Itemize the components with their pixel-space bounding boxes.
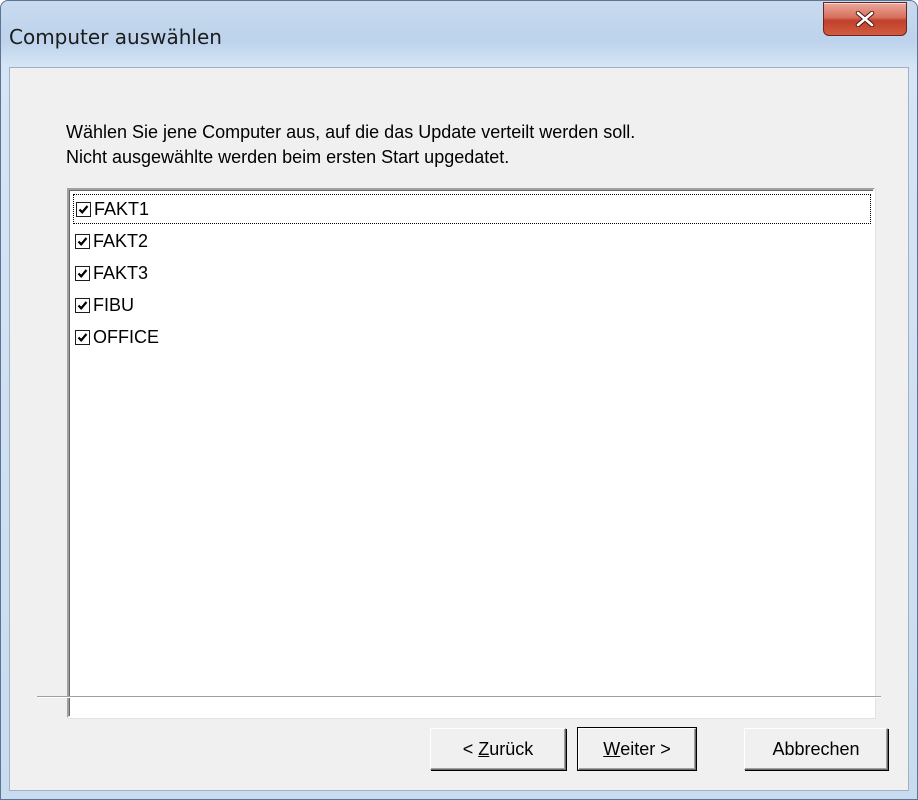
cancel-button[interactable]: Abbrechen (744, 728, 888, 770)
checkbox[interactable] (76, 201, 91, 217)
checkmark-icon (77, 236, 88, 246)
computer-listbox[interactable]: FAKT1 FAKT2 FAKT3 FIBU OFFICE (67, 188, 875, 718)
close-icon (855, 11, 875, 27)
back-button-prefix: < (462, 738, 479, 759)
back-button-mnemonic: Z (478, 738, 490, 759)
checkmark-icon (78, 204, 89, 214)
list-item-label: FIBU (93, 294, 135, 315)
checkmark-icon (77, 332, 88, 342)
instructions-line-2: Nicht ausgewählte werden beim ersten Sta… (66, 147, 510, 167)
window-title: Computer auswählen (9, 25, 222, 49)
list-item-fakt3[interactable]: FAKT3 (73, 258, 871, 288)
list-item-label: FAKT2 (93, 230, 149, 251)
list-item-label: OFFICE (93, 326, 159, 347)
separator-line (37, 696, 881, 698)
instructions-text: Wählen Sie jene Computer aus, auf die da… (66, 120, 635, 170)
list-item-label: FAKT1 (94, 198, 150, 219)
dialog-window: Computer auswählen Wählen Sie jene Compu… (0, 0, 918, 800)
instructions-line-1: Wählen Sie jene Computer aus, auf die da… (66, 122, 636, 142)
checkbox[interactable] (75, 329, 90, 345)
list-item-label: FAKT3 (93, 262, 149, 283)
back-button[interactable]: < Zurück (430, 728, 566, 770)
checkbox[interactable] (75, 265, 90, 281)
list-item-office[interactable]: OFFICE (73, 322, 871, 352)
back-button-label: urück (489, 738, 534, 759)
next-button-label: eiter > (620, 738, 671, 759)
list-item-fakt2[interactable]: FAKT2 (73, 226, 871, 256)
close-button[interactable] (823, 2, 907, 36)
next-button[interactable]: Weiter > (577, 727, 697, 771)
list-item-fibu[interactable]: FIBU (73, 290, 871, 320)
next-button-mnemonic: W (603, 738, 621, 759)
checkbox[interactable] (75, 233, 90, 249)
checkmark-icon (77, 268, 88, 278)
dialog-client-area: Wählen Sie jene Computer aus, auf die da… (9, 67, 909, 791)
checkbox[interactable] (75, 297, 90, 313)
list-item-fakt1[interactable]: FAKT1 (73, 194, 871, 224)
checkmark-icon (77, 300, 88, 310)
cancel-button-label: Abbrechen (772, 738, 860, 759)
title-bar[interactable]: Computer auswählen (1, 1, 917, 67)
